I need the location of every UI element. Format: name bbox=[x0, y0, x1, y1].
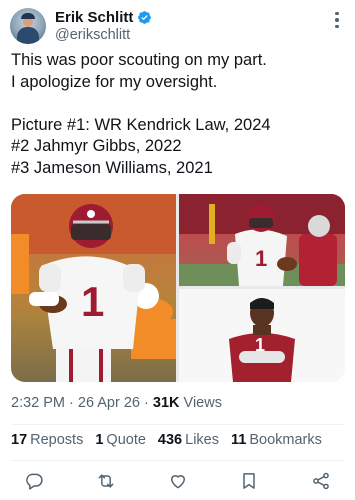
reposts-label: Reposts bbox=[30, 432, 84, 448]
author-display-name[interactable]: Erik Schlitt bbox=[55, 9, 133, 26]
tweet-text: This was poor scouting on my part. I apo… bbox=[11, 50, 346, 179]
verified-icon bbox=[138, 11, 152, 24]
photo-1[interactable]: 1 bbox=[11, 194, 176, 382]
tweet-date[interactable]: 26 Apr 26 bbox=[78, 395, 140, 411]
photo-2[interactable]: 1 bbox=[179, 194, 345, 286]
like-icon[interactable] bbox=[168, 471, 188, 491]
share-icon[interactable] bbox=[311, 471, 331, 491]
photo-2-illustration: 1 bbox=[179, 194, 345, 286]
bookmarks-label: Bookmarks bbox=[249, 432, 322, 448]
quotes-label: Quote bbox=[106, 432, 146, 448]
reposts-stat[interactable]: 17 Reposts bbox=[11, 432, 83, 448]
photo-3-illustration: 1 bbox=[179, 289, 345, 382]
views-label: Views bbox=[183, 395, 222, 411]
bookmarks-count: 11 bbox=[230, 432, 247, 448]
bookmarks-stat[interactable]: 11 Bookmarks bbox=[231, 432, 322, 448]
avatar[interactable] bbox=[10, 8, 46, 44]
author-handle[interactable]: @erikschlitt bbox=[55, 27, 130, 43]
tweet-line: Picture #1: WR Kendrick Law, 2024 bbox=[11, 115, 271, 134]
tweet-line: #2 Jahmyr Gibbs, 2022 bbox=[11, 137, 182, 155]
views-count: 31K bbox=[152, 395, 180, 411]
tweet-line: I apologize for my oversight. bbox=[11, 72, 218, 91]
photo-1-illustration: 1 bbox=[11, 194, 176, 382]
likes-label: Likes bbox=[185, 432, 219, 448]
svg-text:1: 1 bbox=[255, 246, 267, 271]
svg-text:1: 1 bbox=[81, 278, 104, 325]
reply-icon[interactable] bbox=[24, 471, 44, 491]
engagement-stats: 17 Reposts 1 Quote 436 Likes 11 Bookmarks bbox=[11, 432, 334, 448]
likes-stat[interactable]: 436 Likes bbox=[158, 432, 219, 448]
more-icon[interactable] bbox=[329, 10, 345, 30]
media-grid: 1 1 1 bbox=[11, 194, 345, 382]
reposts-count: 17 bbox=[11, 432, 28, 448]
tweet-meta: 2:32 PM · 26 Apr 26 · 31K Views bbox=[11, 395, 222, 411]
tweet-line: This was poor scouting on my part. bbox=[11, 51, 267, 69]
quotes-stat[interactable]: 1 Quote bbox=[95, 432, 146, 448]
likes-count: 436 bbox=[157, 432, 183, 448]
svg-text:1: 1 bbox=[255, 335, 265, 355]
bookmark-icon[interactable] bbox=[239, 471, 259, 491]
tweet-time[interactable]: 2:32 PM bbox=[11, 395, 65, 411]
action-bar bbox=[24, 470, 331, 492]
quotes-count: 1 bbox=[95, 432, 104, 448]
photo-3[interactable]: 1 bbox=[179, 289, 345, 382]
meta-separator: · bbox=[69, 395, 74, 411]
divider bbox=[11, 460, 344, 461]
divider bbox=[11, 424, 344, 425]
repost-icon[interactable] bbox=[96, 471, 116, 491]
author-name-row: Erik Schlitt bbox=[55, 9, 152, 26]
tweet-line: #3 Jameson Williams, 2021 bbox=[11, 158, 213, 177]
tweet-header: Erik Schlitt @erikschlitt bbox=[10, 6, 345, 46]
meta-separator: · bbox=[144, 395, 149, 411]
